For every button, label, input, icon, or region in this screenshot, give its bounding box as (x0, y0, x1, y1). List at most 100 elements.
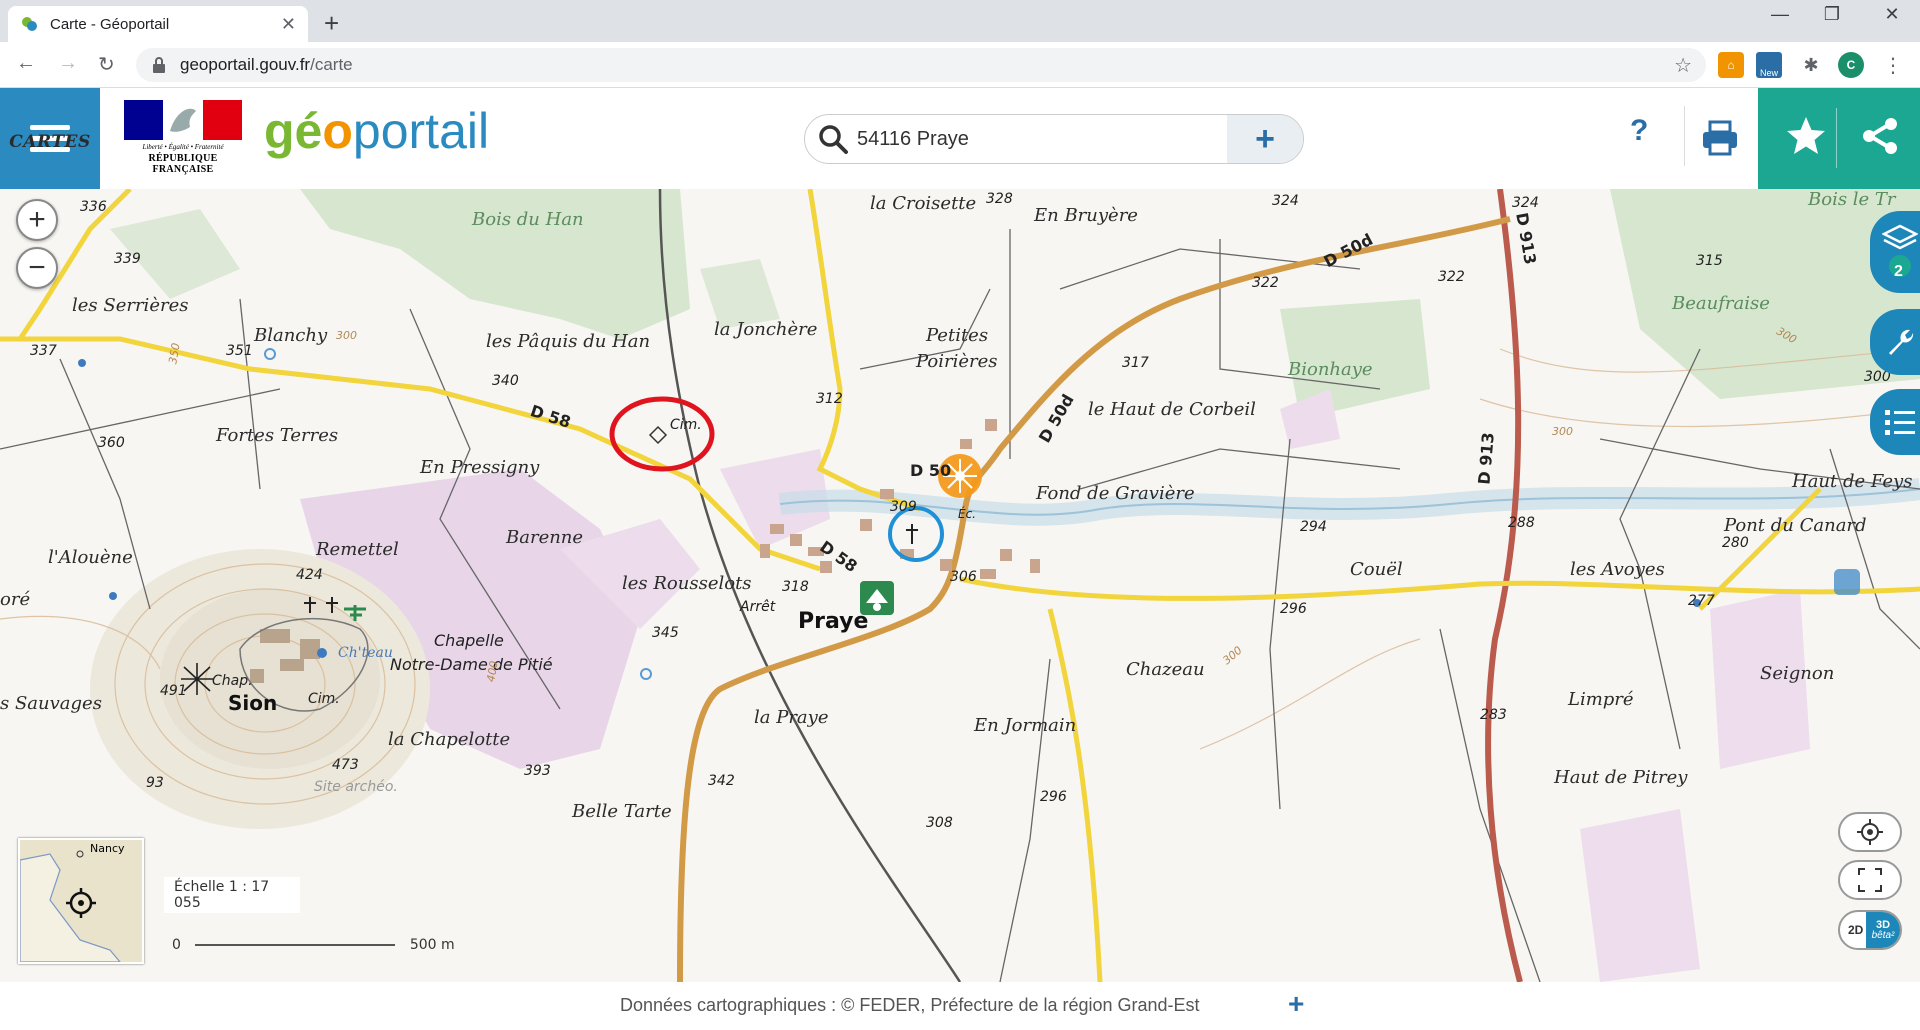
minimize-icon[interactable]: — (1750, 4, 1810, 25)
republique-francaise-logo: Liberté • Égalité • Fraternité RÉPUBLIQU… (124, 100, 242, 178)
altitude-label: 342 (708, 773, 735, 789)
map-label: Cim. (308, 691, 340, 707)
altitude-label: 317 (1122, 355, 1149, 371)
lock-icon (153, 57, 165, 73)
attribution-text: Données cartographiques : © FEDER, Préfe… (620, 995, 1200, 1015)
map-label: Remettel (316, 539, 399, 560)
forward-icon[interactable]: → (58, 52, 78, 75)
altitude-label: 337 (30, 343, 57, 359)
geoportail-favicon-icon (20, 15, 38, 33)
favorites-star-icon[interactable] (1784, 114, 1828, 158)
extension-orange-icon[interactable]: ⌂ (1718, 52, 1744, 78)
url-host: geoportail.gouv.fr (180, 55, 311, 74)
altitude-label: 315 (1696, 253, 1723, 269)
map-label: En Jormain (974, 715, 1077, 736)
map-label: Barenne (506, 527, 584, 548)
extension-new-icon[interactable]: New (1756, 52, 1782, 78)
maximize-icon[interactable]: ❐ (1802, 4, 1862, 25)
geoportail-logo[interactable]: géoportail (264, 102, 489, 160)
close-tab-icon[interactable]: ✕ (281, 14, 296, 35)
map-label: Fond de Gravière (1036, 483, 1195, 504)
reload-icon[interactable]: ↻ (98, 52, 115, 77)
map-label: En Pressigny (420, 457, 540, 478)
crosshair-icon (1857, 819, 1883, 845)
help-button[interactable]: ? (1630, 114, 1648, 148)
map-label: la Praye (754, 707, 829, 728)
altitude-label: 424 (296, 567, 323, 583)
extensions-puzzle-icon[interactable]: ✱ (1798, 52, 1824, 78)
map-label: Éc. (958, 507, 976, 521)
logo-geo: gé (264, 103, 323, 159)
red-circle-annotation (609, 396, 715, 472)
geolocate-button[interactable] (1838, 812, 1902, 852)
altitude-label: 306 (950, 569, 977, 585)
map-label: Bois le Tr (1808, 189, 1896, 210)
topographic-map-base (0, 189, 1920, 982)
map-label: Chap. (212, 673, 253, 689)
minimap-city-label: Nancy (90, 842, 125, 855)
legend-list-button[interactable] (1870, 389, 1920, 455)
altitude-label: 328 (986, 191, 1013, 207)
scale-label: Échelle 1 : 17 055 (164, 877, 300, 913)
altitude-label: 312 (816, 391, 843, 407)
list-icon (1885, 410, 1915, 435)
map-label: Chazeau (1126, 659, 1205, 680)
search-input[interactable] (853, 127, 1227, 151)
fullscreen-icon (1858, 868, 1882, 892)
map-label: Beaufraise (1672, 293, 1770, 314)
map-label: le Haut de Corbeil (1088, 399, 1256, 420)
header-divider (1684, 106, 1685, 166)
map-label: la Chapelotte (388, 729, 511, 750)
tab-title: Carte - Géoportail (50, 15, 170, 33)
altitude-label: 300 (1552, 425, 1573, 438)
mode-3d-label: 3D (1875, 918, 1891, 931)
tools-button[interactable] (1870, 309, 1920, 375)
wrench-icon (1889, 329, 1914, 355)
fullscreen-button[interactable] (1838, 860, 1902, 900)
altitude-label: 324 (1272, 193, 1299, 209)
map-label: Blanchy (254, 325, 328, 346)
map-label: En Bruyère (1034, 205, 1138, 226)
bookmark-star-icon[interactable]: ☆ (1674, 53, 1692, 78)
altitude-label: 283 (1480, 707, 1507, 723)
attribution-more-button[interactable]: + (1288, 988, 1304, 1020)
map-label: la Jonchère (714, 319, 818, 340)
new-tab-button[interactable]: + (324, 8, 339, 39)
browser-tab[interactable]: Carte - Géoportail ✕ (8, 6, 308, 42)
map-label: s Sauvages (0, 693, 102, 714)
zoom-in-button[interactable]: + (16, 199, 58, 241)
layers-button[interactable]: 2 (1870, 211, 1920, 293)
url-field[interactable]: geoportail.gouv.fr/carte ☆ (136, 48, 1706, 82)
map-label: Notre-Dame de Pitié (390, 655, 553, 674)
2d-3d-toggle[interactable]: 2D 3D bêta² (1838, 910, 1902, 950)
altitude-label: 308 (926, 815, 953, 831)
menu-kebab-icon[interactable]: ⋮ (1880, 52, 1906, 78)
close-window-icon[interactable]: ✕ (1862, 4, 1920, 25)
map-label: Fortes Terres (216, 425, 339, 446)
share-icon[interactable] (1858, 114, 1902, 158)
favorites-share-panel (1758, 88, 1920, 189)
print-icon[interactable] (1700, 118, 1740, 158)
map-label: Poirières (916, 351, 998, 372)
zoom-out-button[interactable]: − (16, 247, 58, 289)
address-bar: ← → ↻ geoportail.gouv.fr/carte ☆ ⌂ New ✱… (0, 42, 1920, 88)
back-icon[interactable]: ← (16, 52, 36, 75)
altitude-label: 294 (1300, 519, 1327, 535)
logo-o: o (322, 103, 353, 159)
layers-count-badge: 2 (1894, 263, 1903, 280)
search-icon[interactable] (813, 119, 853, 159)
cartes-label: CARTES (9, 131, 91, 152)
mode-3d-button[interactable]: 3D bêta² (1866, 912, 1900, 948)
advanced-search-button[interactable]: + (1227, 115, 1303, 163)
altitude-label: 473 (332, 757, 359, 773)
cartes-menu-button[interactable]: CARTES (0, 88, 100, 189)
altitude-label: 93 (146, 775, 164, 791)
map-canvas[interactable]: Bois du Han la Croisette En Bruyère Bois… (0, 189, 1920, 982)
altitude-label: 322 (1252, 275, 1279, 291)
altitude-label: 309 (890, 499, 917, 515)
map-label: les Pâquis du Han (486, 331, 651, 352)
profile-avatar[interactable]: C (1838, 52, 1864, 78)
map-label: les Avoyes (1570, 559, 1665, 580)
altitude-label: 296 (1040, 789, 1067, 805)
overview-minimap[interactable]: Nancy (18, 838, 144, 964)
